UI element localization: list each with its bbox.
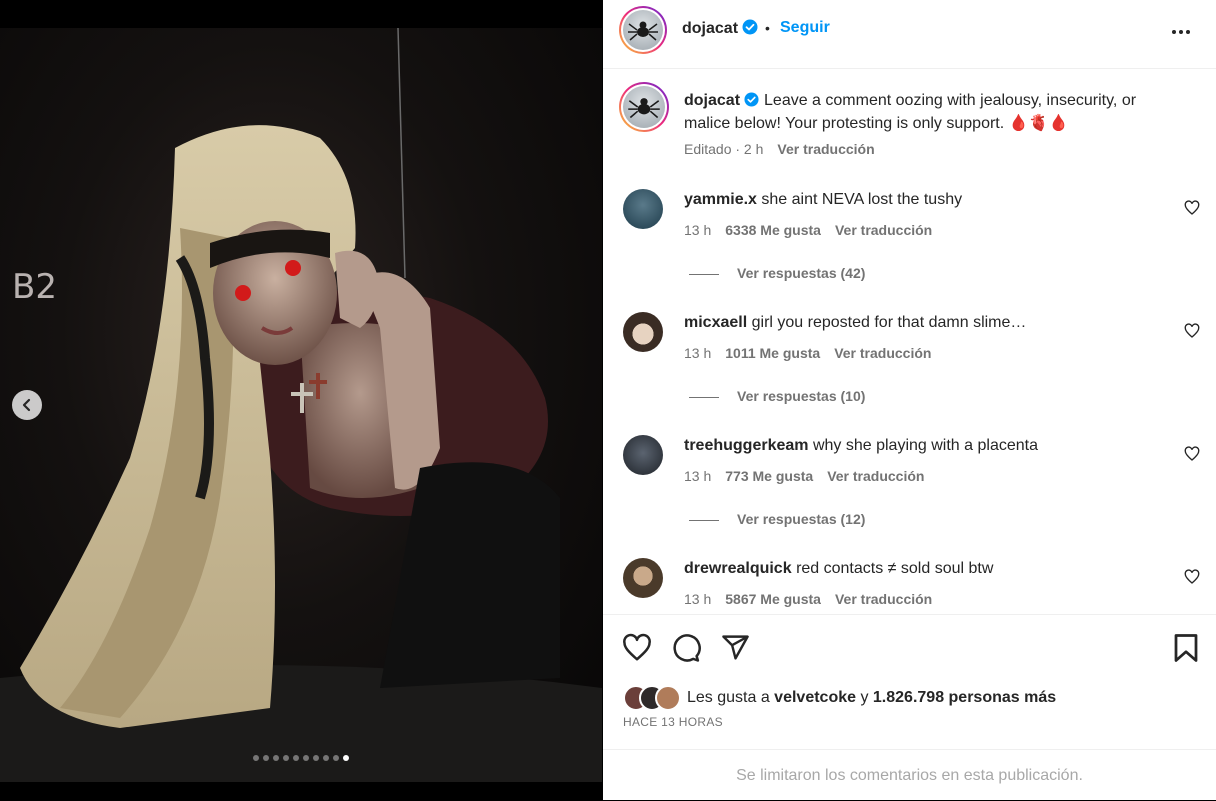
comment-bubble-icon[interactable] [671, 633, 701, 663]
view-replies-button[interactable]: Ver respuestas (42) [689, 265, 865, 281]
comment-body: she aint NEVA lost the tushy [761, 191, 963, 208]
spider-icon [628, 21, 658, 41]
media-dot [283, 755, 289, 761]
comment-like-heart-icon[interactable] [1184, 323, 1200, 339]
media-dot [293, 755, 299, 761]
caption-username[interactable]: dojacat [684, 92, 740, 109]
likes-summary: Les gusta a velvetcoke y 1.826.798 perso… [623, 685, 1056, 711]
media-pagination [0, 755, 602, 761]
media-dot-active [343, 755, 349, 761]
post-time-ago: HACE 13 HORAS [623, 715, 723, 729]
spider-icon [628, 98, 660, 119]
comment-username[interactable]: drewrealquick [684, 560, 792, 577]
comment-item: micxaell girl you reposted for that damn… [603, 312, 1216, 432]
comment-translate-link[interactable]: Ver traducción [835, 222, 932, 238]
comment-meta: 13 h 5867 Me gusta Ver traducción [684, 591, 946, 607]
media-dot [323, 755, 329, 761]
comment-item: drewrealquick red contacts ≠ sold soul b… [603, 558, 1216, 614]
comment-translate-link[interactable]: Ver traducción [827, 468, 924, 484]
comment-username[interactable]: micxaell [684, 314, 747, 331]
more-options-icon[interactable] [1171, 22, 1191, 42]
comment-avatar[interactable] [623, 312, 663, 352]
comment-body: girl you reposted for that damn slime… [751, 314, 1027, 331]
verified-badge-icon [742, 19, 758, 35]
save-bookmark-icon[interactable] [1173, 633, 1199, 663]
comment-time: 13 h [684, 591, 712, 607]
comment-time: 13 h [684, 468, 712, 484]
comment-translate-link[interactable]: Ver traducción [835, 591, 932, 607]
header-username[interactable]: dojacat [682, 19, 758, 38]
liker-avatar[interactable] [655, 685, 681, 711]
media-dot [273, 755, 279, 761]
comment-avatar[interactable] [623, 189, 663, 229]
likes-text[interactable]: Les gusta a velvetcoke y 1.826.798 perso… [687, 689, 1056, 707]
like-heart-icon[interactable] [622, 633, 652, 663]
likes-user[interactable]: velvetcoke [774, 689, 856, 706]
comment-text: micxaell girl you reposted for that damn… [684, 314, 1026, 332]
post-media: B2 [0, 0, 602, 800]
comment-likes[interactable]: 773 Me gusta [725, 468, 813, 484]
previous-media-button[interactable] [12, 390, 42, 420]
post-photo: B2 [0, 28, 602, 782]
follow-button[interactable]: Seguir [780, 19, 830, 37]
header-username-text[interactable]: dojacat [682, 20, 738, 37]
view-replies-button[interactable]: Ver respuestas (10) [689, 388, 865, 404]
view-replies-button[interactable]: Ver respuestas (12) [689, 511, 865, 527]
comment-likes[interactable]: 5867 Me gusta [725, 591, 821, 607]
caption-avatar[interactable] [619, 82, 669, 132]
photo-illustration: B2 [0, 28, 602, 782]
post-header: dojacat • Seguir [603, 0, 1216, 69]
media-dot [303, 755, 309, 761]
wall-scribble: B2 [12, 267, 57, 307]
comment-body: why she playing with a placenta [812, 437, 1038, 454]
comment-meta: 13 h 1011 Me gusta Ver traducción [684, 345, 945, 361]
caption-meta: Editado · 2 h Ver traducción [684, 141, 875, 157]
comment-meta: 13 h 773 Me gusta Ver traducción [684, 468, 938, 484]
comment-like-heart-icon[interactable] [1184, 200, 1200, 216]
verified-badge-icon [744, 92, 759, 107]
view-replies-label[interactable]: Ver respuestas (10) [737, 388, 865, 404]
post-actions: Les gusta a velvetcoke y 1.826.798 perso… [603, 614, 1216, 750]
comment-username[interactable]: yammie.x [684, 191, 757, 208]
caption-translate-link[interactable]: Ver traducción [777, 141, 874, 157]
comment-time: 13 h [684, 345, 712, 361]
comment-text: treehuggerkeam why she playing with a pl… [684, 437, 1038, 455]
comment-body: red contacts ≠ sold soul btw [796, 560, 994, 577]
comments-limited-notice: Se limitaron los comentarios en esta pub… [603, 749, 1216, 801]
media-dot [333, 755, 339, 761]
comment-item: yammie.x she aint NEVA lost the tushy 13… [603, 189, 1216, 309]
view-replies-label[interactable]: Ver respuestas (12) [737, 511, 865, 527]
header-avatar[interactable] [619, 6, 667, 54]
comment-item: treehuggerkeam why she playing with a pl… [603, 435, 1216, 555]
media-dot [263, 755, 269, 761]
view-replies-label[interactable]: Ver respuestas (42) [737, 265, 865, 281]
media-dot [313, 755, 319, 761]
post-details-panel: dojacat • Seguir dojacat Leave a comment … [603, 0, 1216, 800]
comment-likes[interactable]: 6338 Me gusta [725, 222, 821, 238]
comment-likes[interactable]: 1011 Me gusta [725, 345, 820, 361]
comment-text: yammie.x she aint NEVA lost the tushy [684, 191, 962, 209]
likes-middle: y [856, 689, 873, 706]
likes-count[interactable]: 1.826.798 personas más [873, 689, 1056, 706]
share-paper-plane-icon[interactable] [721, 633, 750, 662]
comment-like-heart-icon[interactable] [1184, 446, 1200, 462]
comment-translate-link[interactable]: Ver traducción [834, 345, 931, 361]
comment-avatar[interactable] [623, 435, 663, 475]
likes-prefix: Les gusta a [687, 689, 775, 706]
comment-text: drewrealquick red contacts ≠ sold soul b… [684, 560, 993, 578]
caption-edited-time: Editado · 2 h [684, 141, 764, 157]
caption-text: dojacat Leave a comment oozing with jealo… [684, 89, 1184, 135]
media-dot [253, 755, 259, 761]
header-separator: • [765, 20, 770, 36]
chevron-left-icon [22, 398, 31, 412]
comment-username[interactable]: treehuggerkeam [684, 437, 809, 454]
comment-avatar[interactable] [623, 558, 663, 598]
comment-meta: 13 h 6338 Me gusta Ver traducción [684, 222, 946, 238]
comment-like-heart-icon[interactable] [1184, 569, 1200, 585]
comment-time: 13 h [684, 222, 712, 238]
